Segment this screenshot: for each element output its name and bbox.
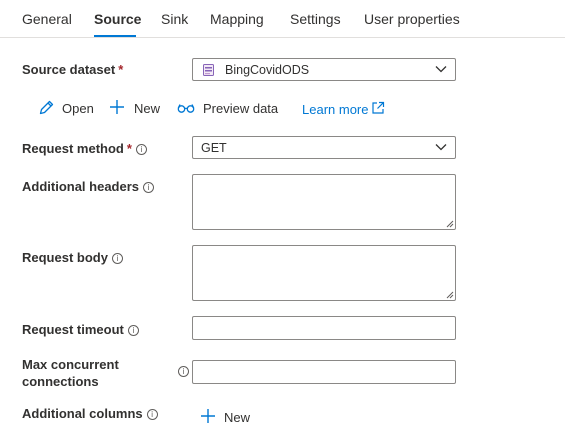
resize-grip-icon[interactable]: [446, 220, 454, 228]
chevron-down-icon: [435, 144, 447, 151]
tab-mapping[interactable]: Mapping: [210, 11, 264, 27]
plus-icon: [201, 409, 215, 423]
source-dataset-dropdown[interactable]: BingCovidODS: [192, 58, 456, 81]
additional-headers-input[interactable]: [192, 174, 456, 230]
required-marker: *: [118, 62, 124, 77]
info-icon: i: [143, 182, 155, 193]
request-body-input[interactable]: [192, 245, 456, 301]
tab-user-properties[interactable]: User properties: [364, 11, 460, 27]
glasses-icon: [177, 104, 195, 113]
additional-headers-label: Additional headers i: [22, 179, 155, 194]
tab-bar: General Source Sink Mapping Settings Use…: [0, 0, 565, 38]
request-timeout-input[interactable]: [192, 316, 456, 340]
max-concurrent-label-line2: connections: [22, 374, 99, 389]
request-timeout-label: Request timeout i: [22, 322, 139, 337]
tab-general[interactable]: General: [22, 11, 72, 27]
info-icon: i: [111, 253, 123, 264]
source-dataset-label: Source dataset *: [22, 62, 124, 77]
info-icon: i: [135, 144, 147, 155]
active-tab-indicator: [94, 35, 136, 37]
info-icon: i: [178, 366, 189, 377]
request-method-dropdown[interactable]: GET: [192, 136, 456, 159]
max-concurrent-label-line1: Max concurrent: [22, 357, 119, 372]
external-link-icon: [372, 101, 385, 114]
info-icon: i: [127, 325, 139, 336]
source-dataset-value: BingCovidODS: [225, 63, 310, 77]
dataset-icon: [203, 64, 214, 76]
request-body-label: Request body i: [22, 250, 123, 265]
tab-settings[interactable]: Settings: [290, 11, 341, 27]
plus-icon: [110, 100, 124, 114]
required-marker: *: [126, 141, 132, 156]
max-concurrent-input[interactable]: [192, 360, 456, 384]
request-method-label: Request method * i: [22, 141, 147, 156]
tab-sink[interactable]: Sink: [161, 11, 188, 27]
pencil-icon: [39, 100, 54, 115]
resize-grip-icon[interactable]: [446, 291, 454, 299]
tab-source[interactable]: Source: [94, 11, 141, 27]
request-method-value: GET: [201, 141, 227, 155]
chevron-down-icon: [435, 66, 447, 73]
info-icon: i: [146, 409, 158, 420]
additional-columns-label: Additional columns i: [22, 406, 158, 421]
